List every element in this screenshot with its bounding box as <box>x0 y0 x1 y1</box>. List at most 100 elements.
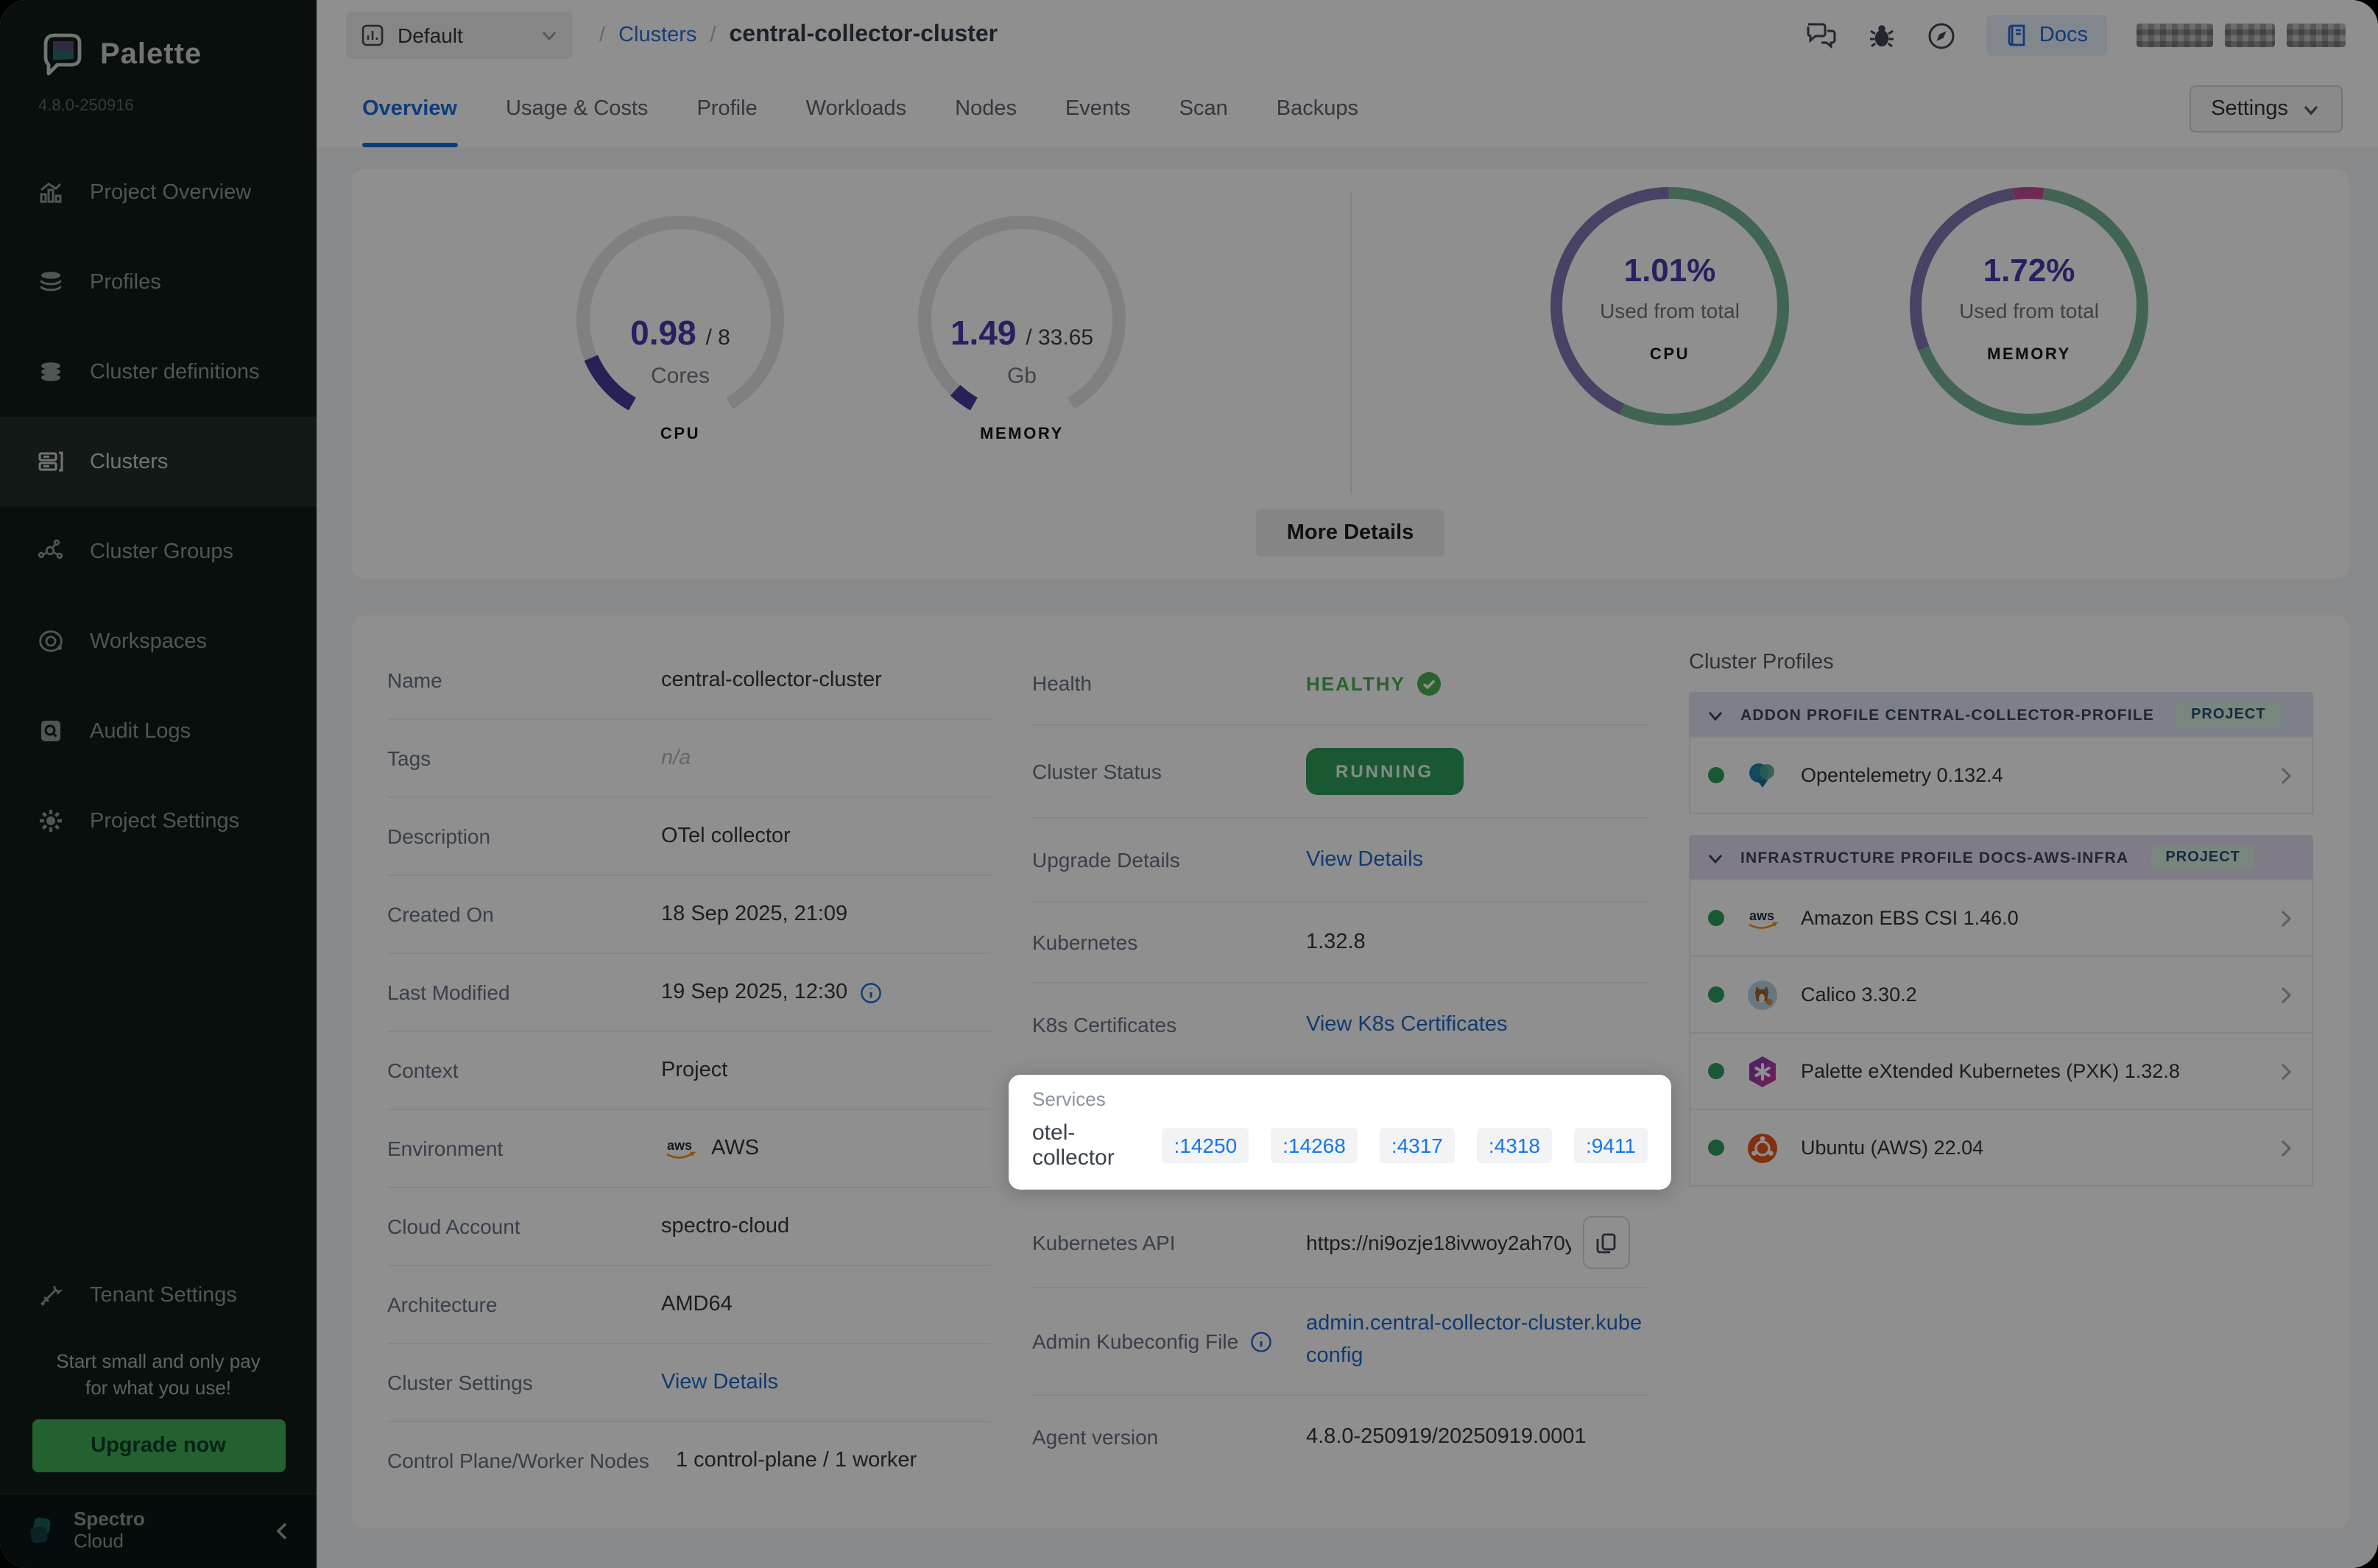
sidebar-item-label: Profiles <box>90 270 161 294</box>
compass-icon[interactable] <box>1926 20 1957 51</box>
status-dot <box>1708 986 1724 1003</box>
cpu-gauge-unit: Cores <box>562 364 798 389</box>
cpu-gauge-label: CPU <box>562 425 798 443</box>
aws-icon: aws <box>1743 899 1782 937</box>
sidebar-item-project-settings[interactable]: Project Settings <box>0 776 317 866</box>
breadcrumb-link-clusters[interactable]: Clusters <box>618 24 696 47</box>
detail-row-tags: Tags n/a <box>387 720 991 798</box>
settings-button[interactable]: Settings <box>2189 85 2343 133</box>
service-port-link[interactable]: :9411 <box>1574 1128 1648 1163</box>
sidebar-footer: Spectro Cloud <box>0 1493 317 1568</box>
usage-donuts: 1.01% Used from total CPU 1.72% <box>1350 169 2349 579</box>
project-selector-value: Default <box>398 24 463 47</box>
tab-overview[interactable]: Overview <box>362 71 457 147</box>
upgrade-now-button[interactable]: Upgrade now <box>32 1419 285 1472</box>
memory-gauge-value: 1.49 / 33.65 <box>904 314 1140 353</box>
app-version: 4.8.0-250916 <box>0 80 317 115</box>
service-port-link[interactable]: :4317 <box>1380 1128 1455 1163</box>
metrics-divider <box>1350 193 1352 493</box>
admin-kubeconfig-link[interactable]: admin.central-collector-cluster.kubeconf… <box>1306 1310 1648 1374</box>
chevron-right-icon <box>2276 1061 2294 1081</box>
profile-row-pxk[interactable]: Palette eXtended Kubernetes (PXK) 1.32.8 <box>1689 1032 2313 1110</box>
collapse-sidebar-icon[interactable] <box>272 1521 293 1541</box>
detail-row-name: Name central-collector-cluster <box>387 642 991 720</box>
chevron-right-icon <box>2276 984 2294 1005</box>
project-selector[interactable]: Default <box>346 12 573 59</box>
running-status-badge: RUNNING <box>1306 748 1463 795</box>
sidebar-item-clusters[interactable]: Clusters <box>0 417 317 506</box>
cpu-donut-percent: 1.01% <box>1545 252 1795 290</box>
service-port-link[interactable]: :14268 <box>1271 1128 1358 1163</box>
cluster-profiles-panel: Cluster Profiles ADDON PROFILE CENTRAL-C… <box>1689 642 2313 1502</box>
details-left-column: Name central-collector-cluster Tags n/a … <box>387 642 991 1502</box>
sidebar-item-profiles[interactable]: Profiles <box>0 237 317 327</box>
profile-row-ubuntu[interactable]: Ubuntu (AWS) 22.04 <box>1689 1109 2313 1187</box>
cluster-details-card: Name central-collector-cluster Tags n/a … <box>352 615 2349 1528</box>
detail-row-cluster-settings: Cluster Settings View Details <box>387 1344 991 1422</box>
info-icon[interactable] <box>1250 1330 1272 1352</box>
sidebar-item-label: Project Settings <box>90 809 239 833</box>
palette-logo-text: Palette <box>100 38 202 71</box>
breadcrumb-separator: / <box>599 24 605 47</box>
cpu-gauge: 0.98 / 8 Cores CPU <box>562 202 798 461</box>
tab-profile[interactable]: Profile <box>696 71 757 147</box>
docs-button[interactable]: Docs <box>1986 15 2107 56</box>
cpu-donut: 1.01% Used from total CPU <box>1545 181 1795 431</box>
chevron-down-icon <box>1707 849 1724 866</box>
breadcrumb: / Clusters / central-collector-cluster <box>599 22 998 49</box>
more-details-button[interactable]: More Details <box>1256 509 1444 557</box>
topbar: Default / Clusters / central-collector-c… <box>317 0 2378 71</box>
chevron-down-icon <box>540 27 558 44</box>
infrastructure-profile-group: INFRASTRUCTURE PROFILE DOCS-AWS-INFRA PR… <box>1689 835 2313 1187</box>
cluster-settings-view-details-link[interactable]: View Details <box>661 1371 991 1394</box>
copy-icon[interactable] <box>1583 1216 1630 1269</box>
view-k8s-certificates-link[interactable]: View K8s Certificates <box>1306 1013 1648 1036</box>
chevron-right-icon <box>2276 765 2294 785</box>
addon-profile-header[interactable]: ADDON PROFILE CENTRAL-COLLECTOR-PROFILE … <box>1689 692 2313 738</box>
chevron-down-icon <box>1707 706 1724 724</box>
bar-chart-icon <box>37 178 65 206</box>
info-icon[interactable] <box>859 981 881 1003</box>
user-name-redacted[interactable] <box>2137 24 2346 47</box>
cpu-donut-caption: Used from total <box>1545 299 1795 322</box>
project-badge: PROJECT <box>2176 702 2280 727</box>
topbar-actions: Docs <box>1805 15 2346 56</box>
detail-row-cloud-account: Cloud Account spectro-cloud <box>387 1188 991 1266</box>
profile-row-amazon-ebs-csi[interactable]: aws Amazon EBS CSI 1.46.0 <box>1689 879 2313 957</box>
project-badge: PROJECT <box>2151 845 2254 870</box>
sidebar-item-project-overview[interactable]: Project Overview <box>0 147 317 237</box>
infrastructure-profile-header[interactable]: INFRASTRUCTURE PROFILE DOCS-AWS-INFRA PR… <box>1689 835 2313 880</box>
tab-workloads[interactable]: Workloads <box>806 71 906 147</box>
sidebar-item-label: Project Overview <box>90 180 251 204</box>
doc-search-icon <box>37 717 65 745</box>
status-dot <box>1708 767 1724 783</box>
tab-backups[interactable]: Backups <box>1277 71 1358 147</box>
tab-events[interactable]: Events <box>1065 71 1131 147</box>
profile-row-calico[interactable]: Calico 3.30.2 <box>1689 956 2313 1034</box>
upgrade-view-details-link[interactable]: View Details <box>1306 848 1648 872</box>
sidebar-item-cluster-definitions[interactable]: Cluster definitions <box>0 327 317 417</box>
layers-icon <box>37 358 65 386</box>
tab-nodes[interactable]: Nodes <box>955 71 1017 147</box>
chat-icon[interactable] <box>1805 21 1838 50</box>
profile-row-opentelemetry[interactable]: Opentelemetry 0.132.4 <box>1689 736 2313 814</box>
sidebar-item-audit-logs[interactable]: Audit Logs <box>0 686 317 776</box>
cpu-gauge-value: 0.98 / 8 <box>562 314 798 353</box>
sidebar-item-workspaces[interactable]: Workspaces <box>0 596 317 686</box>
tab-usage-costs[interactable]: Usage & Costs <box>506 71 648 147</box>
sidebar-item-cluster-groups[interactable]: Cluster Groups <box>0 506 317 596</box>
status-dot <box>1708 910 1724 926</box>
detail-row-environment: Environment aws AWS <box>387 1110 991 1188</box>
tab-scan[interactable]: Scan <box>1179 71 1228 147</box>
detail-row-cluster-status: Cluster Status RUNNING <box>1032 726 1648 819</box>
settings-label: Settings <box>2211 97 2288 121</box>
bug-icon[interactable] <box>1867 21 1897 50</box>
service-port-link[interactable]: :14250 <box>1162 1128 1249 1163</box>
chart-box-icon <box>361 24 384 47</box>
service-port-link[interactable]: :4318 <box>1477 1128 1552 1163</box>
sidebar-item-label: Clusters <box>90 450 168 473</box>
aws-icon: aws <box>661 1136 699 1161</box>
server-icon <box>37 448 65 476</box>
services-spotlight: Services otel-collector :14250 :14268 :4… <box>1009 1075 1671 1190</box>
sidebar-item-tenant-settings[interactable]: Tenant Settings <box>0 1254 317 1336</box>
